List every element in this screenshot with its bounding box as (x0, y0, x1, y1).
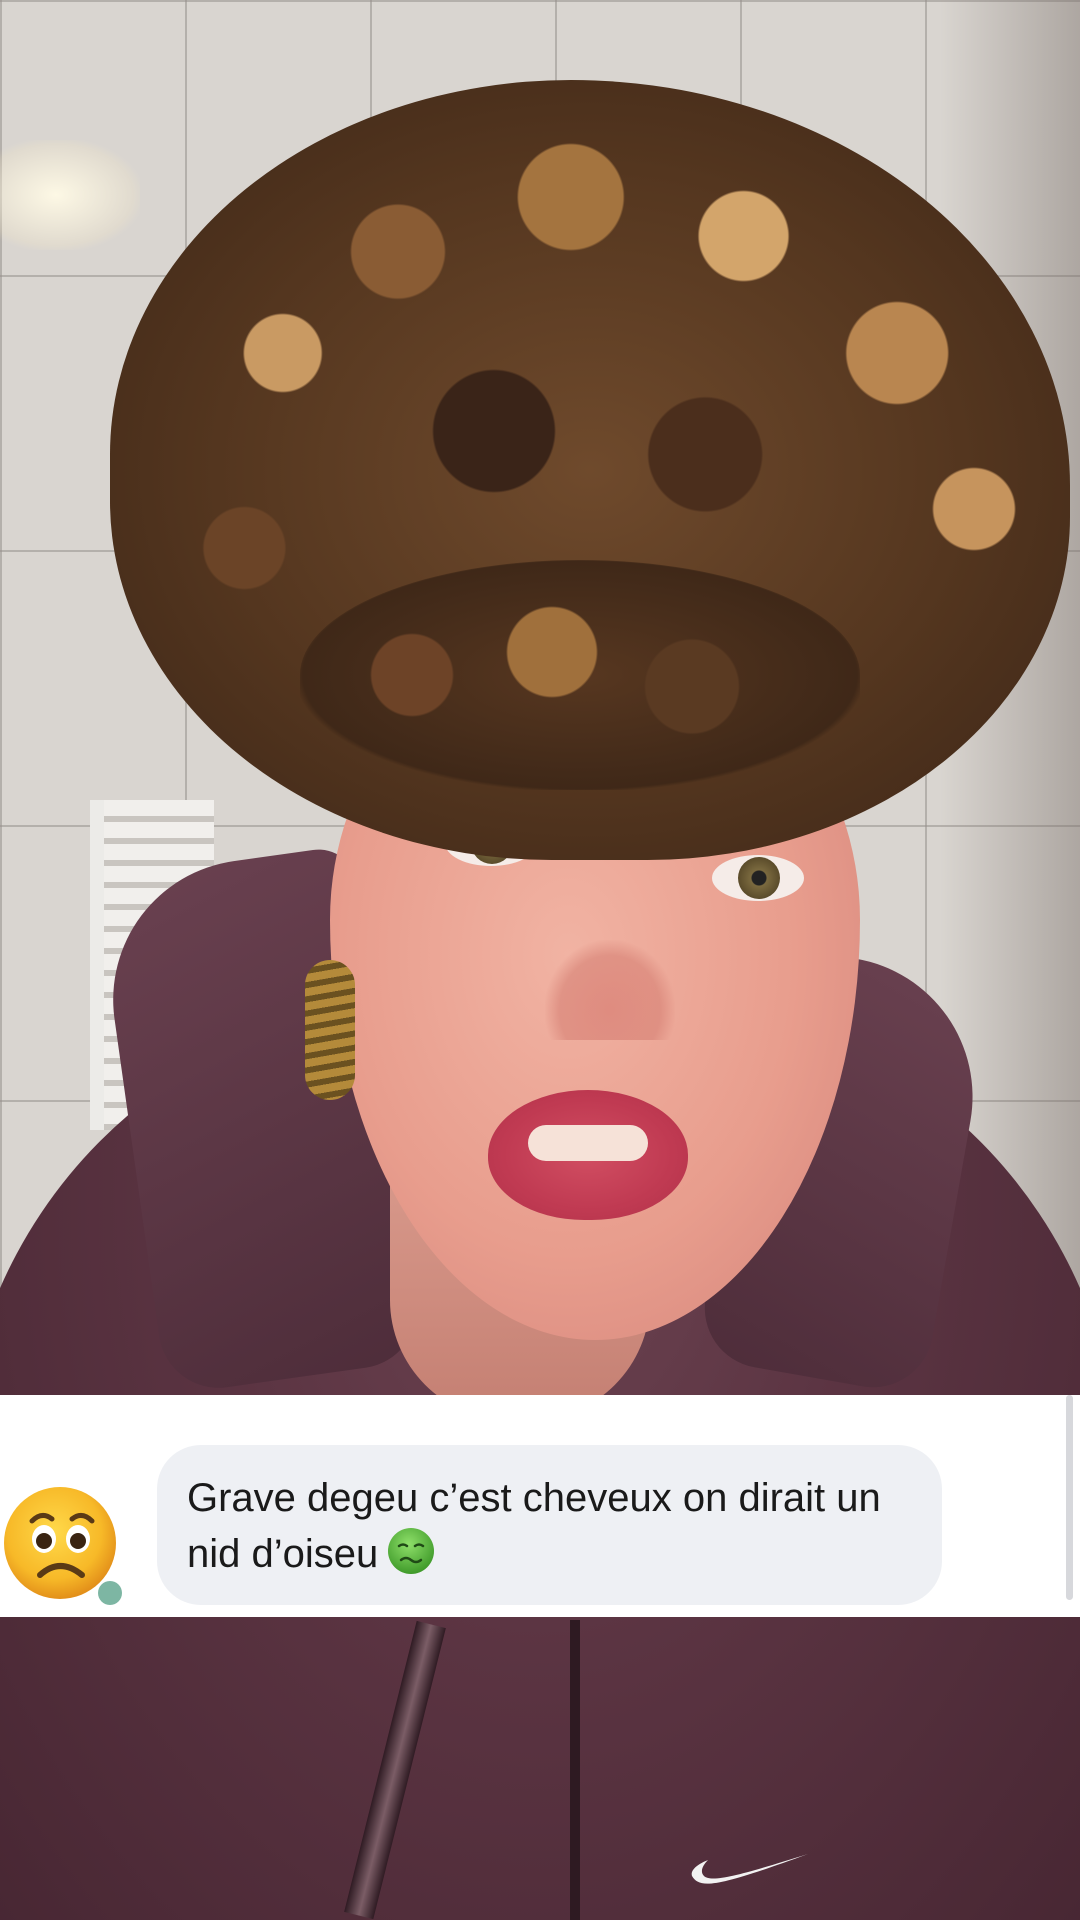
comment-bubble: Grave degeu c’est cheveux on dirait un n… (157, 1445, 942, 1605)
worried-face-icon (4, 1487, 122, 1605)
hair-bangs (300, 560, 860, 790)
comment-text: Grave degeu c’est cheveux on dirait un n… (187, 1476, 881, 1576)
nauseated-face-icon (388, 1528, 435, 1574)
video-stage[interactable]: Grave degeu c’est cheveux on dirait un n… (0, 0, 1080, 1920)
hoodie-drawstring (570, 1620, 580, 1920)
nose (545, 940, 675, 1040)
comment-scrollbar[interactable] (1066, 1395, 1073, 1600)
light-reflection (0, 140, 140, 250)
comment-reply-card[interactable]: Grave degeu c’est cheveux on dirait un n… (0, 1395, 1080, 1617)
teeth (528, 1125, 648, 1161)
comment-text-line: Grave degeu c’est cheveux on dirait un n… (187, 1471, 912, 1582)
swoosh-logo (691, 1854, 808, 1884)
right-eye (712, 855, 804, 901)
earring (305, 960, 355, 1100)
right-iris (738, 857, 780, 899)
